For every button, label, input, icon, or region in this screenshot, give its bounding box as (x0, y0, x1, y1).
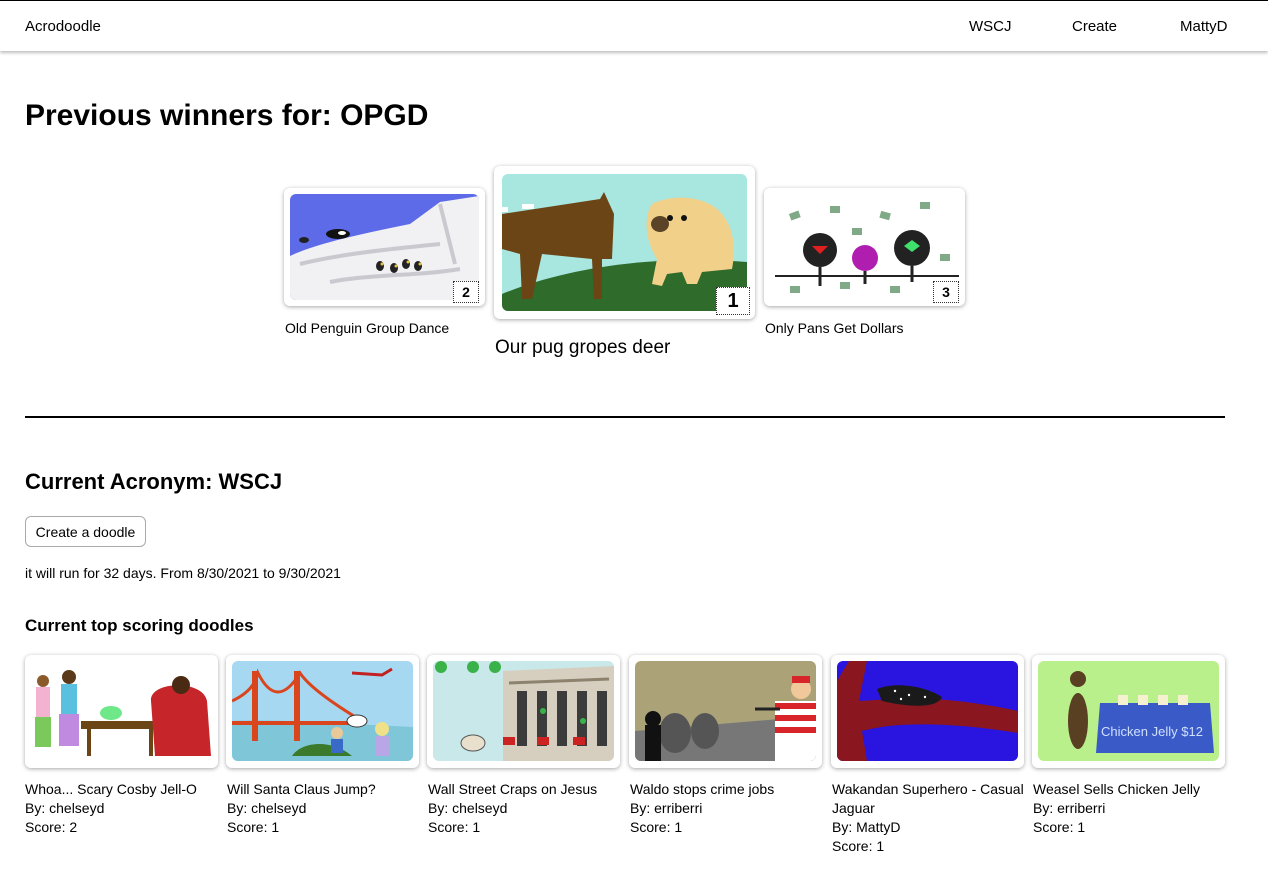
doodle-image-waldo (635, 661, 816, 761)
doodle-score: Score: 1 (630, 819, 683, 835)
doodle-card[interactable]: Chicken Jelly $12 (1032, 655, 1225, 768)
doodle-card[interactable] (831, 655, 1024, 768)
doodle-card[interactable] (25, 655, 218, 768)
winner-doodle-penguins (290, 194, 479, 300)
doodle-score: Score: 1 (1033, 819, 1086, 835)
doodle-title: Wakandan Superhero - Casual Jaguar (832, 781, 1024, 816)
doodle-title: Will Santa Claus Jump? (227, 781, 376, 797)
rank-badge: 2 (453, 281, 479, 303)
doodle-meta: Wakandan Superhero - Casual Jaguar By: M… (832, 780, 1028, 856)
doodle-score: Score: 1 (428, 819, 481, 835)
doodle-meta: Whoa... Scary Cosby Jell-O By: chelseyd … (25, 780, 221, 837)
winner-card-first[interactable]: 1 (494, 166, 755, 319)
run-info-text: it will run for 32 days. From 8/30/2021 … (25, 565, 341, 581)
doodle-author: By: erriberri (1033, 800, 1106, 816)
winner-card-second[interactable]: 2 (284, 188, 485, 306)
doodle-score: Score: 1 (832, 838, 885, 854)
doodle-author: By: chelseyd (227, 800, 307, 816)
nav-link-create[interactable]: Create (1072, 18, 1117, 36)
doodle-card[interactable] (427, 655, 620, 768)
top-doodles-heading: Current top scoring doodles (25, 616, 254, 635)
doodle-title: Wall Street Craps on Jesus (428, 781, 598, 797)
doodle-meta: Wall Street Craps on Jesus By: chelseyd … (428, 780, 624, 837)
section-divider (25, 416, 1225, 418)
navbar: Acrodoodle WSCJ Create MattyD (0, 1, 1268, 51)
doodle-card[interactable] (226, 655, 419, 768)
chicken-jelly-sign-text: Chicken Jelly $12 (1101, 724, 1203, 739)
create-doodle-button[interactable]: Create a doodle (25, 516, 146, 547)
doodle-score: Score: 2 (25, 819, 78, 835)
doodle-author: By: erriberri (630, 800, 703, 816)
winner-title-third: Only Pans Get Dollars (765, 320, 904, 336)
brand-logo[interactable]: Acrodoodle (25, 18, 101, 36)
winner-doodle-pans (770, 194, 959, 300)
doodle-title: Waldo stops crime jobs (630, 781, 775, 797)
doodle-image-wall-street (433, 661, 614, 761)
rank-badge: 3 (933, 281, 959, 303)
doodle-image-cosby (31, 661, 212, 761)
nav-link-acronym[interactable]: WSCJ (969, 18, 1012, 36)
doodle-author: By: chelseyd (428, 800, 508, 816)
doodle-meta: Waldo stops crime jobs By: erriberri Sco… (630, 780, 826, 837)
doodle-author: By: chelseyd (25, 800, 105, 816)
doodle-image-weasel: Chicken Jelly $12 (1038, 661, 1219, 761)
doodle-meta: Will Santa Claus Jump? By: chelseyd Scor… (227, 780, 423, 837)
doodle-author: By: MattyD (832, 819, 901, 835)
doodle-title: Weasel Sells Chicken Jelly (1033, 781, 1201, 797)
nav-link-user[interactable]: MattyD (1180, 18, 1228, 36)
winner-title-first: Our pug gropes deer (495, 337, 671, 358)
doodle-card[interactable] (629, 655, 822, 768)
winner-title-second: Old Penguin Group Dance (285, 320, 450, 336)
previous-winners-heading: Previous winners for: OPGD (25, 99, 429, 132)
doodle-meta: Weasel Sells Chicken Jelly By: erriberri… (1033, 780, 1229, 837)
current-acronym-heading: Current Acronym: WSCJ (25, 469, 283, 494)
doodle-title: Whoa... Scary Cosby Jell-O (25, 781, 197, 797)
doodle-image-jaguar (837, 661, 1018, 761)
winner-doodle-pug-deer (502, 174, 747, 311)
doodle-score: Score: 1 (227, 819, 280, 835)
doodle-image-santa-bridge (232, 661, 413, 761)
winner-card-third[interactable]: 3 (764, 188, 965, 306)
rank-badge: 1 (716, 287, 750, 315)
